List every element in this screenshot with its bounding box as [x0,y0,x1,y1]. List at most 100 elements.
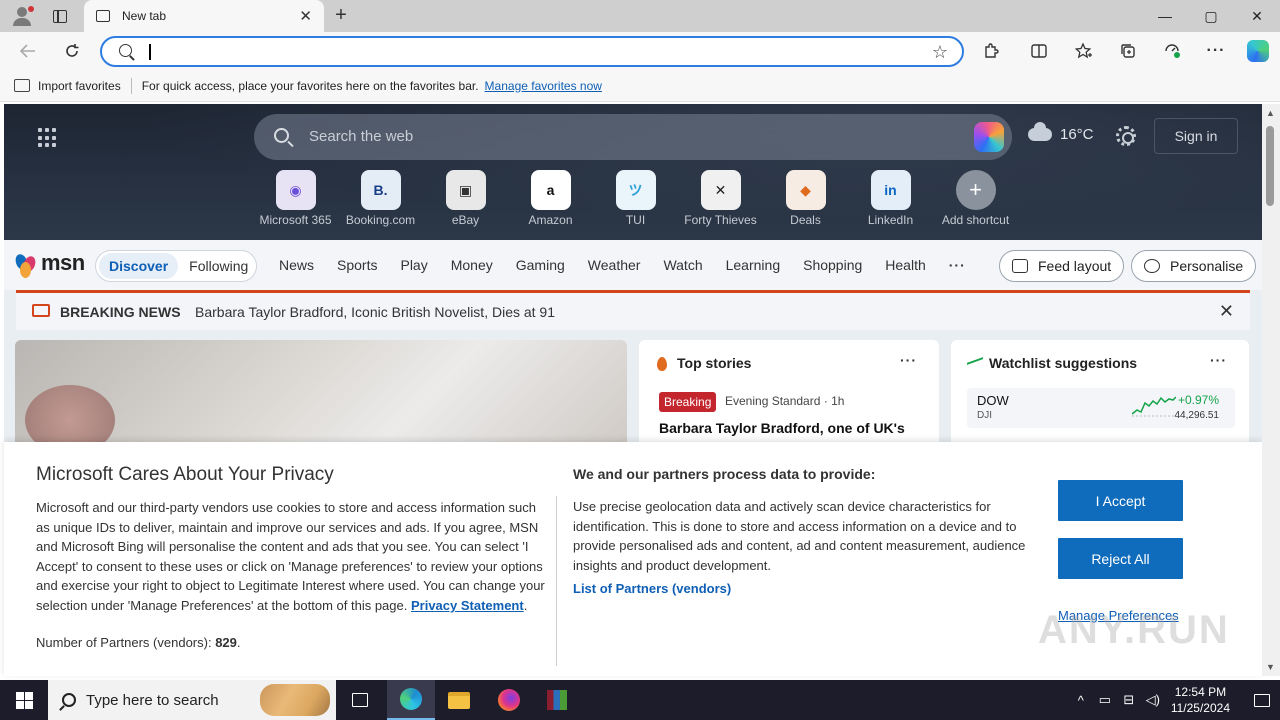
taskbar-search[interactable]: Type here to search [48,680,336,720]
stock-price: 44,296.51 [1174,410,1220,421]
scroll-up-icon[interactable]: ▲ [1266,108,1275,118]
feature-image[interactable] [15,340,627,450]
network-icon[interactable]: ▭ [1093,692,1117,708]
data-purposes-body: Use precise geolocation data and activel… [573,499,1026,573]
shortcut-add-shortcut[interactable]: + Add shortcut [933,170,1018,227]
address-bar[interactable]: ☆ [100,36,964,67]
import-favorites-button[interactable]: Import favorites [38,79,121,93]
performance-icon[interactable] [1159,39,1185,63]
personalise-button[interactable]: Personalise [1131,250,1257,282]
address-input[interactable] [148,42,908,62]
maximize-button[interactable]: ▢ [1188,0,1234,32]
new-tab-button[interactable]: + [330,4,352,26]
minimize-button[interactable]: — [1142,0,1188,32]
stock-change: +0.97% [1177,393,1219,407]
close-icon[interactable]: ✕ [1219,301,1234,322]
nav-sports[interactable]: Sports [337,257,377,273]
scroll-down-icon[interactable]: ▼ [1266,662,1275,672]
date: 11/25/2024 [1170,701,1230,715]
shortcut-tui[interactable]: ツ TUI [593,170,678,227]
more-icon[interactable]: ··· [900,352,917,368]
msn-butterfly-icon [13,252,38,278]
favorites-icon[interactable] [1071,39,1097,63]
nav-money[interactable]: Money [451,257,493,273]
app-launcher-icon[interactable] [38,128,58,148]
split-screen-icon[interactable] [1026,39,1052,63]
list-of-partners-link[interactable]: List of Partners (vendors) [573,581,731,596]
feed-layout-button[interactable]: Feed layout [999,250,1125,282]
privacy-statement-link[interactable]: Privacy Statement [411,598,524,613]
add-favorite-icon[interactable]: ☆ [932,42,948,63]
close-window-button[interactable]: ✕ [1234,0,1280,32]
shortcut-microsoft-365[interactable]: ◉ Microsoft 365 [253,170,338,227]
shortcut-amazon[interactable]: a Amazon [508,170,593,227]
workspaces-icon[interactable] [48,6,72,26]
copilot-icon[interactable] [974,122,1004,152]
refresh-icon[interactable] [59,39,85,63]
nav-learning[interactable]: Learning [726,257,781,273]
tab-discover[interactable]: Discover [99,253,179,279]
more-categories-icon[interactable]: ··· [949,257,966,273]
copilot-icon[interactable] [1245,39,1271,63]
sign-in-button[interactable]: Sign in [1154,118,1238,154]
more-icon[interactable]: ··· [1210,352,1227,368]
winrar-icon[interactable] [533,680,581,720]
shortcut-linkedin[interactable]: in LinkedIn [848,170,933,227]
gear-icon[interactable] [1116,126,1136,146]
clock[interactable]: 12:54 PM 11/25/2024 [1171,684,1230,716]
nav-shopping[interactable]: Shopping [803,257,862,273]
scroll-thumb[interactable] [1266,126,1274,206]
nav-watch[interactable]: Watch [663,257,702,273]
window-controls: — ▢ ✕ [1142,0,1280,32]
shortcut-forty-thieves[interactable]: ✕ Forty Thieves [678,170,763,227]
back-arrow-icon[interactable] [15,39,41,63]
breaking-news-headline[interactable]: Barbara Taylor Bradford, Iconic British … [195,304,555,320]
manage-favorites-link[interactable]: Manage favorites now [485,79,602,93]
close-tab-icon[interactable]: ✕ [299,7,312,25]
collections-icon[interactable] [1115,39,1141,63]
card-title: Top stories [677,355,752,371]
tab-following[interactable]: Following [178,258,259,274]
more-icon[interactable]: ··· [1203,39,1229,63]
web-search-box[interactable]: Search the web [254,114,1012,160]
volume-icon[interactable]: ◁) [1141,692,1165,708]
nav-news[interactable]: News [279,257,314,273]
start-button[interactable] [0,680,48,720]
shortcut-booking-com[interactable]: B. Booking.com [338,170,423,227]
feed-toggle: Discover Following [95,250,257,282]
profile-icon[interactable] [8,4,36,28]
nav-play[interactable]: Play [400,257,427,273]
extensions-icon[interactable] [978,39,1004,63]
temperature: 16°C [1060,126,1094,143]
shortcut-tile-icon: B. [360,170,401,210]
shortcut-label: TUI [625,213,646,227]
shortcut-ebay[interactable]: ▣ eBay [423,170,508,227]
watermark: ANY.RUN [1038,608,1230,652]
breaking-news-bar[interactable]: BREAKING NEWS Barbara Taylor Bradford, I… [16,290,1250,330]
weather-widget[interactable]: 16°C [1028,122,1094,143]
taskbar-search-placeholder: Type here to search [86,691,219,709]
task-view-icon[interactable] [336,680,384,720]
shortcut-deals[interactable]: ◆ Deals [763,170,848,227]
shortcut-label: Deals [790,213,821,227]
edge-icon[interactable] [387,680,435,720]
stock-row[interactable]: DOW DJI +0.97% 44,296.51 [967,388,1235,428]
story-headline[interactable]: Barbara Taylor Bradford, one of UK's [659,420,905,436]
chevron-up-icon[interactable]: ^ [1069,693,1093,708]
vertical-scrollbar[interactable]: ▲ ▼ [1262,104,1280,676]
shortcut-tile-icon: ツ [615,170,656,210]
reject-all-button[interactable]: Reject All [1058,538,1183,579]
nav-weather[interactable]: Weather [588,257,641,273]
file-explorer-icon[interactable] [435,680,483,720]
accept-button[interactable]: I Accept [1058,480,1183,521]
msn-logo[interactable]: msn [13,250,85,278]
nav-health[interactable]: Health [885,257,925,273]
shortcut-label: LinkedIn [867,213,914,227]
tab-new-tab[interactable]: New tab ✕ [84,0,324,32]
notifications-icon[interactable] [1244,680,1280,720]
star-edit-icon [1144,259,1160,273]
firefox-icon[interactable] [485,680,533,720]
shortcut-label: Amazon [528,213,573,227]
nav-gaming[interactable]: Gaming [516,257,565,273]
ethernet-icon[interactable]: ⊟ [1117,692,1141,708]
